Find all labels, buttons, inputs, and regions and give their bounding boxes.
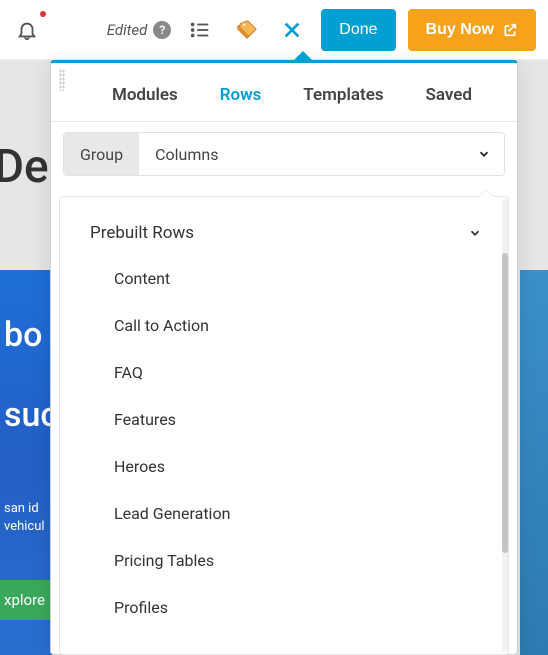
panel-body: Prebuilt Rows Content Call to Action FAQ… — [59, 196, 509, 655]
subtabs: Group Columns — [64, 133, 464, 175]
row-item-call-to-action[interactable]: Call to Action — [114, 302, 482, 349]
content-panel: Modules Rows Templates Saved Group Colum… — [50, 60, 518, 655]
row-item-heroes[interactable]: Heroes — [114, 443, 482, 490]
tab-templates[interactable]: Templates — [299, 83, 387, 107]
hero-right-image — [520, 270, 548, 655]
tab-modules[interactable]: Modules — [108, 83, 182, 107]
section-prebuilt-rows[interactable]: Prebuilt Rows — [90, 217, 482, 255]
notifications-area — [10, 13, 44, 47]
close-icon — [281, 19, 303, 41]
help-icon[interactable]: ? — [153, 21, 171, 39]
row-item-faq[interactable]: FAQ — [114, 349, 482, 396]
hero-paragraph: san id vehicul — [4, 500, 56, 536]
pricetags-icon — [235, 19, 257, 41]
panel-tabs: Modules Rows Templates Saved — [51, 63, 517, 122]
row-item-content[interactable]: Content — [114, 255, 482, 302]
tab-saved[interactable]: Saved — [421, 83, 476, 107]
chevron-down-icon — [468, 226, 482, 240]
hero-section: bo suc san id vehicul xplore — [0, 270, 56, 655]
body-arrow-icon — [478, 189, 494, 197]
edited-status: Edited ? — [107, 21, 172, 39]
row-item-profiles[interactable]: Profiles — [114, 584, 482, 631]
subtab-group[interactable]: Group — [64, 133, 139, 175]
done-button-label: Done — [339, 21, 377, 39]
panel-arrow-icon — [291, 51, 315, 63]
scrollbar-thumb[interactable] — [502, 253, 508, 553]
done-button[interactable]: Done — [321, 9, 395, 51]
row-item-pricing-tables[interactable]: Pricing Tables — [114, 537, 482, 584]
notification-dot-icon — [40, 11, 46, 17]
buy-now-label: Buy Now — [426, 21, 494, 39]
prebuilt-rows-list: Content Call to Action FAQ Features Hero… — [90, 255, 482, 631]
edited-label: Edited — [107, 21, 148, 39]
outline-view-button[interactable] — [183, 13, 217, 47]
close-panel-button[interactable] — [275, 13, 309, 47]
subtab-columns[interactable]: Columns — [139, 133, 234, 175]
subtabs-bar: Group Columns — [63, 132, 505, 176]
buy-now-button[interactable]: Buy Now — [408, 9, 536, 51]
hero-text-1: bo — [4, 315, 42, 355]
bell-icon — [16, 19, 38, 41]
list-tree-icon — [189, 19, 211, 41]
external-link-icon — [502, 22, 518, 38]
rows-list-scroll[interactable]: Prebuilt Rows Content Call to Action FAQ… — [60, 217, 502, 654]
section-title: Prebuilt Rows — [90, 223, 194, 243]
row-item-lead-generation[interactable]: Lead Generation — [114, 490, 482, 537]
notifications-bell-button[interactable] — [10, 13, 44, 47]
top-toolbar: Edited ? Done Buy Now — [0, 0, 548, 60]
explore-label: xplore — [4, 591, 45, 609]
chevron-down-icon — [477, 147, 491, 161]
drag-handle-icon[interactable] — [59, 69, 65, 91]
explore-button[interactable]: xplore — [0, 580, 56, 620]
row-item-features[interactable]: Features — [114, 396, 482, 443]
pricetag-button[interactable] — [229, 13, 263, 47]
subtabs-dropdown-toggle[interactable] — [464, 147, 504, 161]
tab-rows[interactable]: Rows — [216, 83, 266, 107]
